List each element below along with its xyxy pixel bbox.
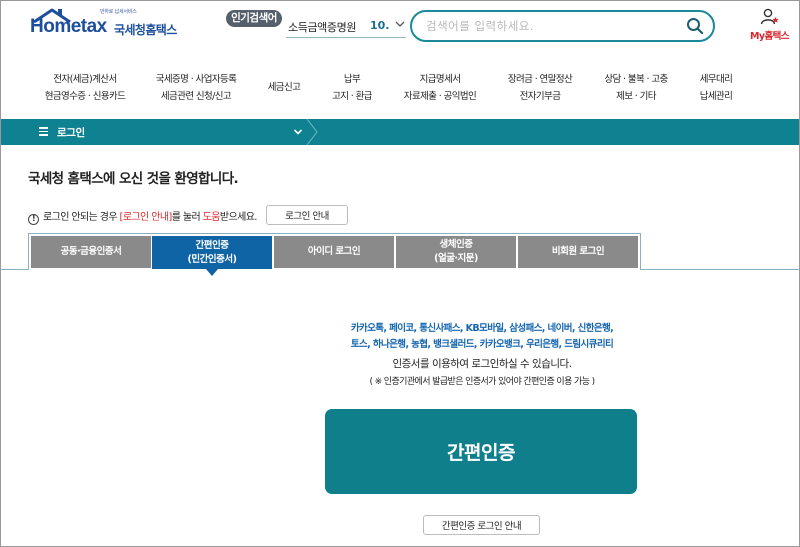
login-guide-button[interactable]: 로그인 안내 [266,205,348,225]
breadcrumb-segment [306,119,318,145]
nav-item-payment-statement[interactable]: 지급명세서 자료제출 · 공익법인 [403,71,477,105]
tab-label: (민간인증서) [187,253,237,265]
nav-item-consulting[interactable]: 상담 · 불복 · 고충 제보 · 기타 [604,71,668,105]
nav-line: 세무대리 [699,74,733,85]
nav-line: 세금신고 [267,82,301,93]
nav-line: 납세관리 [699,91,733,102]
tab-biometric[interactable]: 생체인증 (얼굴·지문) [396,236,516,268]
notice-help: 도움 [202,212,221,223]
warning-icon: ! [28,214,39,225]
breadcrumb-current[interactable]: 로그인 [57,125,85,140]
nav-line: 고지 · 환급 [332,91,372,102]
logo-wordmark: Hometax [30,16,107,37]
nav-line: 지급명세서 [419,74,461,85]
search-box [410,10,715,42]
nav-line: 상담 · 불복 · 고충 [604,74,668,85]
tab-divider [1,269,29,270]
tab-guest-login[interactable]: 비회원 로그인 [518,236,638,268]
simple-auth-guide-button[interactable]: 간편인증 로그인 안내 [423,515,540,535]
search-input[interactable] [426,17,676,35]
tab-label: 비회원 로그인 [551,246,605,257]
breadcrumb-bar: 로그인 [1,119,799,145]
nav-item-e-invoice[interactable]: 전자(세금)계산서 현금영수증 · 신용카드 [45,71,126,105]
notice-text: 받으세요. [219,212,258,223]
nav-item-certificates[interactable]: 국세증명 · 사업자등록 세금관련 신청/신고 [156,71,237,105]
tab-simple-auth[interactable]: 간편인증 (민간인증서) [152,236,272,269]
nav-line: 국세증명 · 사업자등록 [155,74,237,85]
provider-list: 카카오톡, 페이코, 통신사패스, KB모바일, 삼성패스, 네이버, 신한은행… [350,321,614,353]
user-icon [760,8,779,25]
nav-item-tax-agent[interactable]: 세무대리 납세관리 [700,71,733,105]
notice-text: 로그인 안되는 경우 [43,212,120,223]
nav-line: 장려금 · 연말정산 [507,74,573,85]
tab-label: 공동·금융인증서 [60,246,122,257]
logo-tagline: 만하로 납세서비스 [100,9,137,15]
nav-line: 납부 [343,74,361,85]
popular-search-underline [286,37,406,38]
provider-line: 토스, 하나은행, 농협, 뱅크샐러드, 카카오뱅크, 우리은행, 드림시큐리티 [350,339,614,350]
usage-note: ( ※ 인증기관에서 발급받은 인증서가 있어야 간편인증 이용 가능 ) [369,377,595,387]
simple-auth-button[interactable]: 간편인증 [325,409,637,494]
provider-line: 카카오톡, 페이코, 통신사패스, KB모바일, 삼성패스, 네이버, 신한은행… [350,323,614,334]
popular-search-badge: 인기검색어 [226,10,282,27]
active-tab-pointer [206,269,218,276]
nav-line: 현금영수증 · 신용카드 [44,91,126,102]
my-hometax-label: My홈택스 [750,31,789,42]
tab-id-login[interactable]: 아이디 로그인 [274,236,394,268]
tab-label: 간편인증 [195,239,229,251]
tab-label: 생체인증 [439,239,473,250]
nav-item-incentive[interactable]: 장려금 · 연말정산 전자기부금 [507,71,573,105]
nav-line: 제보 · 기타 [616,91,656,102]
notice-link: [로그인 안내] [119,212,173,223]
nav-item-payment[interactable]: 납부 고지 · 환급 [332,71,372,105]
tab-certificate[interactable]: 공동·금융인증서 [31,236,151,268]
search-icon[interactable] [686,17,704,35]
notice-text: 를 눌러 [171,212,203,223]
login-notice: ! 로그인 안되는 경우 [로그인 안내]를 눌러 도움받으세요. [28,208,257,225]
page-title: 국세청 홈택스에 오신 것을 환영합니다. [28,171,239,187]
my-hometax-link[interactable]: My홈택스 [750,8,794,42]
popular-search-item[interactable]: 소득금액증명원 [288,19,356,35]
logo-korean: 국세청홈택스 [114,23,177,37]
hometax-logo[interactable]: 만하로 납세서비스 Hometax 국세청홈택스 [30,8,190,48]
nav-line: 전자(세금)계산서 [53,74,117,85]
nav-item-tax-return[interactable]: 세금신고 [268,79,301,96]
tab-label: 아이디 로그인 [307,246,361,257]
popular-search-rank: 10. [370,19,390,32]
tab-label: (얼굴·지문) [434,253,478,264]
chevron-down-icon[interactable] [394,18,406,30]
usage-description: 인증서를 이용하여 로그인하실 수 있습니다. [392,358,572,370]
hamburger-icon[interactable] [39,127,48,136]
nav-line: 세금관련 신청/신고 [160,91,232,102]
tab-divider [641,269,799,270]
nav-line: 자료제출 · 공익법인 [403,91,477,102]
nav-line: 전자기부금 [519,91,561,102]
chevron-down-icon[interactable] [293,127,303,137]
